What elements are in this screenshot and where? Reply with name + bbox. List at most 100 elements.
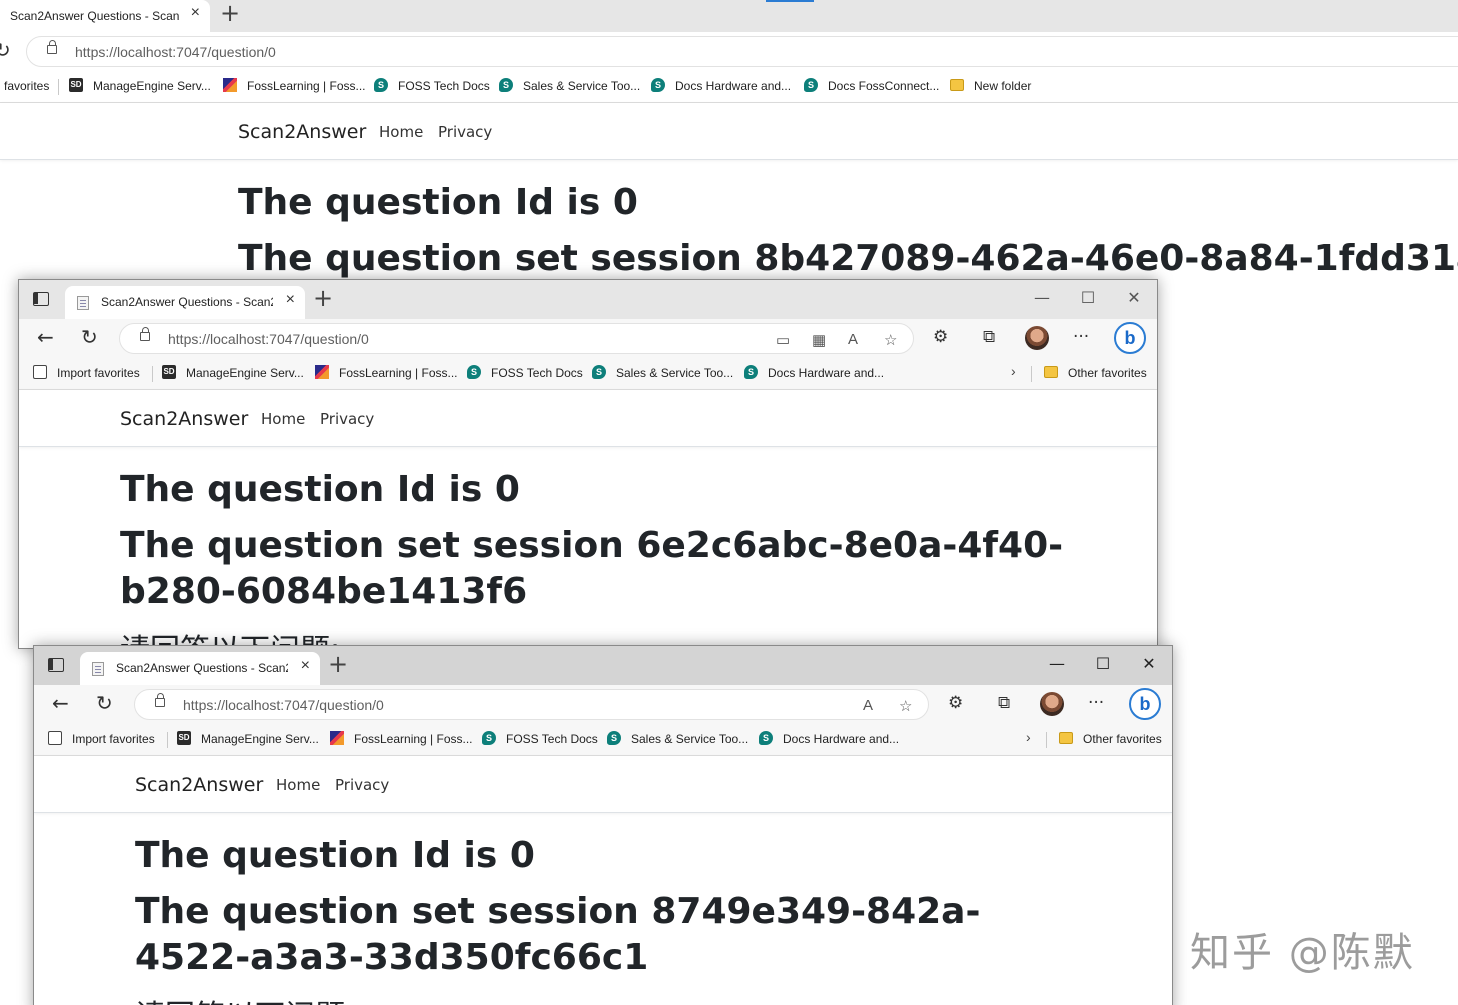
refresh-icon[interactable]: ↻: [96, 691, 113, 715]
minimize-icon[interactable]: —: [1034, 654, 1080, 673]
close-window-icon[interactable]: ✕: [1126, 654, 1172, 673]
nav-home[interactable]: Home: [276, 776, 320, 794]
read-aloud-icon[interactable]: A: [863, 697, 873, 714]
bookmark-label: ManageEngine Serv...: [93, 79, 211, 93]
qr-code-icon[interactable]: ▦: [812, 331, 826, 349]
more-favorites-chevron-icon[interactable]: ›: [1011, 363, 1016, 379]
bookmark-fosslearning[interactable]: FossLearning | Foss...: [315, 365, 458, 380]
back-arrow-icon[interactable]: ←: [37, 325, 54, 349]
back-arrow-icon[interactable]: ←: [52, 691, 69, 715]
bookmark-foss-tech-docs[interactable]: S FOSS Tech Docs: [482, 731, 598, 746]
bookmark-label: FOSS Tech Docs: [506, 732, 598, 746]
servicedesk-icon: SD: [177, 731, 191, 745]
profile-avatar[interactable]: [1025, 326, 1049, 350]
browser-window-middle: Scan2Answer Questions - Scan2Answer × + …: [18, 279, 1158, 649]
nav-privacy[interactable]: Privacy: [438, 123, 492, 141]
bookmark-label: FossLearning | Foss...: [247, 79, 366, 93]
sharepoint-icon: S: [744, 365, 758, 379]
other-favorites[interactable]: Other favorites: [1059, 732, 1162, 746]
site-navbar: Scan2Answer Home Privacy: [19, 390, 1157, 447]
bookmark-sales-service[interactable]: S Sales & Service Too...: [592, 365, 733, 380]
new-tab-icon[interactable]: +: [313, 284, 333, 312]
maximize-icon[interactable]: ☐: [1080, 654, 1126, 673]
bing-chat-icon[interactable]: b: [1129, 688, 1161, 720]
lock-icon: [47, 40, 57, 54]
bookmark-manageengine[interactable]: SD ManageEngine Serv...: [177, 731, 319, 746]
bookmark-docs-hardware[interactable]: S Docs Hardware and...: [744, 365, 884, 380]
bookmark-sales-service[interactable]: S Sales & Service Too...: [607, 731, 748, 746]
bookmark-foss-tech-docs[interactable]: S FOSS Tech Docs: [467, 365, 583, 380]
app-available-icon[interactable]: ▭: [776, 331, 790, 349]
tab-close-icon[interactable]: ×: [191, 4, 200, 22]
nav-home[interactable]: Home: [379, 123, 423, 141]
url-path: :7047/question/0: [280, 697, 384, 713]
more-icon[interactable]: ···: [1088, 693, 1104, 713]
active-indicator: [766, 0, 814, 2]
address-bar[interactable]: https://localhost:7047/question/0 A ☆: [134, 689, 929, 720]
tab-actions-icon[interactable]: [48, 658, 64, 672]
add-favorite-icon[interactable]: ☆: [899, 697, 912, 715]
import-icon: [33, 365, 47, 379]
bookmark-fosslearning[interactable]: FossLearning | Foss...: [223, 78, 366, 93]
site-brand[interactable]: Scan2Answer: [120, 408, 248, 430]
profile-avatar[interactable]: [1040, 692, 1064, 716]
bookmark-docs-hardware[interactable]: S Docs Hardware and...: [759, 731, 899, 746]
bookmark-manageengine[interactable]: SD ManageEngine Serv...: [162, 365, 304, 380]
collections-icon[interactable]: ⧉: [983, 327, 995, 347]
lock-icon: [155, 693, 165, 707]
address-bar[interactable]: https://localhost:7047/question/0: [26, 36, 1458, 67]
import-favorites-label: Import favorites: [57, 366, 140, 380]
tab-active[interactable]: Scan2Answer Questions - Scan2Answer ×: [0, 0, 210, 32]
bookmark-docs-fossconnect[interactable]: S Docs FossConnect...: [804, 78, 939, 93]
bookmark-docs-hardware[interactable]: S Docs Hardware and...: [651, 78, 791, 93]
folder-icon: [950, 79, 964, 91]
tab-close-icon[interactable]: ×: [301, 657, 310, 675]
minimize-icon[interactable]: —: [1019, 288, 1065, 307]
read-aloud-icon[interactable]: A: [848, 331, 858, 348]
other-favorites[interactable]: Other favorites: [1044, 366, 1147, 380]
bookmark-label: Sales & Service Too...: [523, 79, 641, 93]
nav-home[interactable]: Home: [261, 410, 305, 428]
address-bar[interactable]: https://localhost:7047/question/0 ▭ ▦ A …: [119, 323, 914, 354]
tab-actions-icon[interactable]: [33, 292, 49, 306]
import-favorites[interactable]: favorites: [4, 79, 49, 93]
url-path: :7047/question/0: [172, 44, 276, 60]
servicedesk-icon: SD: [162, 365, 176, 379]
bing-chat-icon[interactable]: b: [1114, 322, 1146, 354]
bookmark-fosslearning[interactable]: FossLearning | Foss...: [330, 731, 473, 746]
bookmark-label: FOSS Tech Docs: [398, 79, 490, 93]
extensions-icon[interactable]: ⚙: [948, 693, 963, 713]
other-favorites-label: Other favorites: [1083, 732, 1162, 746]
new-tab-icon[interactable]: +: [220, 0, 240, 27]
favorites-bar: Import favorites SD ManageEngine Serv... …: [19, 357, 1157, 390]
site-brand[interactable]: Scan2Answer: [238, 121, 366, 143]
nav-privacy[interactable]: Privacy: [335, 776, 389, 794]
nav-privacy[interactable]: Privacy: [320, 410, 374, 428]
refresh-icon[interactable]: ↻: [0, 38, 11, 62]
new-tab-icon[interactable]: +: [328, 650, 348, 678]
close-window-icon[interactable]: ✕: [1111, 288, 1157, 307]
site-brand[interactable]: Scan2Answer: [135, 774, 263, 796]
tab-active[interactable]: Scan2Answer Questions - Scan2Answer ×: [65, 286, 305, 319]
address-row: ↻ https://localhost:7047/question/0: [0, 32, 1458, 70]
favorites-separator: [58, 79, 59, 95]
bookmark-new-folder[interactable]: New folder: [950, 79, 1031, 93]
tab-active[interactable]: Scan2Answer Questions - Scan2Answer ×: [80, 652, 320, 685]
bookmark-label: FOSS Tech Docs: [491, 366, 583, 380]
import-favorites[interactable]: Import favorites: [48, 731, 155, 746]
more-icon[interactable]: ···: [1073, 327, 1089, 347]
more-favorites-chevron-icon[interactable]: ›: [1026, 729, 1031, 745]
bookmark-sales-service[interactable]: S Sales & Service Too...: [499, 78, 641, 93]
refresh-icon[interactable]: ↻: [81, 325, 98, 349]
import-favorites[interactable]: Import favorites: [33, 365, 140, 380]
add-favorite-icon[interactable]: ☆: [884, 331, 897, 349]
bookmark-foss-tech-docs[interactable]: S FOSS Tech Docs: [374, 78, 490, 93]
maximize-icon[interactable]: ☐: [1065, 288, 1111, 307]
collections-icon[interactable]: ⧉: [998, 693, 1010, 713]
bookmark-manageengine[interactable]: SD ManageEngine Serv...: [69, 78, 211, 93]
extensions-icon[interactable]: ⚙: [933, 327, 948, 347]
page-content: The question Id is 0 The question set se…: [238, 180, 1458, 282]
tab-title: Scan2Answer Questions - Scan2Answer: [101, 295, 273, 309]
question-prompt: 请回答以下问题:: [135, 991, 1035, 1005]
tab-close-icon[interactable]: ×: [286, 291, 295, 309]
